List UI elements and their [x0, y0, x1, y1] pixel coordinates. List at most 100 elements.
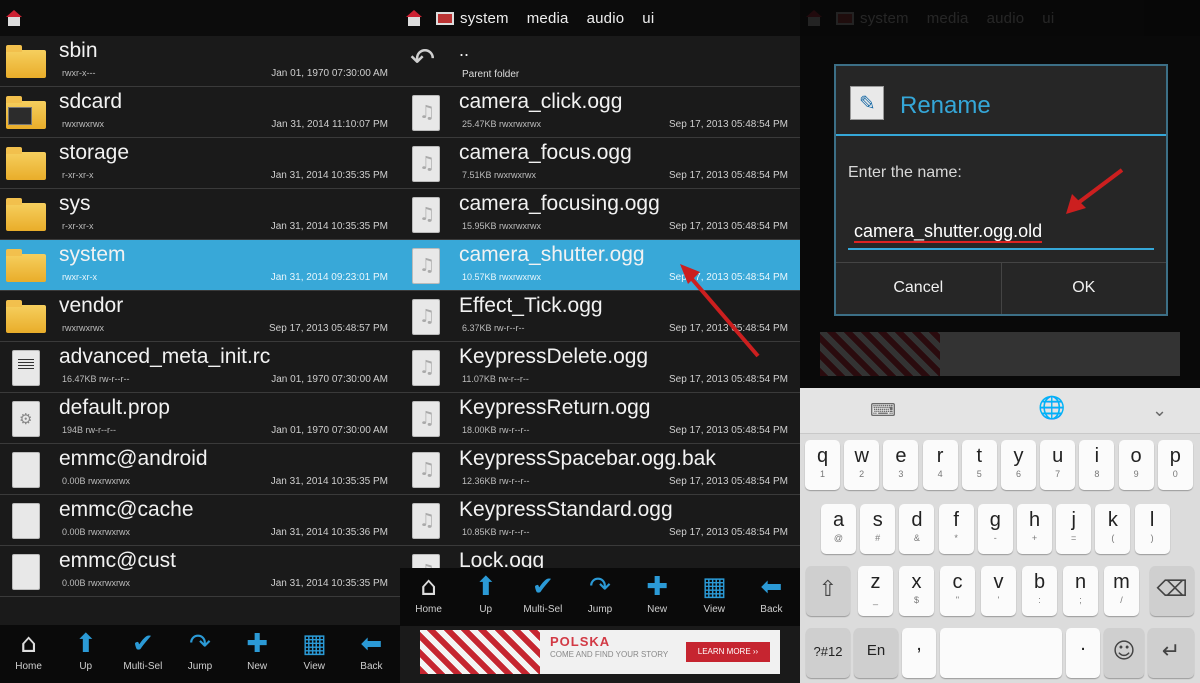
keyboard-icon[interactable]: ⌨ — [870, 400, 896, 421]
key-v[interactable]: v ' — [981, 566, 1016, 616]
up-arrow-icon: ⬆ — [474, 572, 497, 602]
key-j[interactable]: j = — [1056, 504, 1092, 554]
key-t[interactable]: t5 — [961, 440, 997, 490]
parent-folder-row[interactable]: ↶ .. Parent folder — [400, 36, 800, 87]
enter-key[interactable]: ↵ — [1148, 628, 1194, 678]
ad-banner[interactable]: POLSKA COME AND FIND YOUR STORY LEARN MO… — [420, 630, 780, 674]
toolbar-home-button[interactable]: ⌂ Home — [400, 568, 457, 626]
key-f[interactable]: f * — [938, 504, 974, 554]
list-item[interactable]: camera_focus.ogg 7.51KB rwxrwxrwx Sep 17, … — [400, 138, 800, 189]
key-r[interactable]: r4 — [922, 440, 958, 490]
list-item[interactable]: advanced_meta_init.rc 16.47KB rw-r--r-- Ja… — [0, 342, 400, 393]
file-date: Sep 17, 2013 05:48:54 PM — [669, 476, 788, 487]
list-item[interactable]: vendor rwxrwxrwx Sep 17, 2013 05:48:57 PM — [0, 291, 400, 342]
list-item[interactable]: sys r-xr-xr-x Jan 31, 2014 10:35:35 PM — [0, 189, 400, 240]
list-item[interactable]: emmc@cust 0.00B rwxrwxrwx Jan 31, 2014 10:… — [0, 546, 400, 597]
key-w[interactable]: w2 — [844, 440, 880, 490]
key-q[interactable]: q1 — [805, 440, 840, 490]
list-item[interactable]: default.prop 194B rw-r--r-- Jan 01, 1970 0… — [0, 393, 400, 444]
list-item[interactable]: emmc@android 0.00B rwxrwxrwx Jan 31, 2014 … — [0, 444, 400, 495]
key-e[interactable]: e3 — [883, 440, 919, 490]
key-i[interactable]: i8 — [1079, 440, 1115, 490]
key-k[interactable]: k( — [1095, 504, 1131, 554]
file-size-permissions: 25.47KB rwxrwxrwx — [462, 119, 542, 129]
list-item[interactable]: camera_focusing.ogg 15.95KB rwxrwxrwx Sep … — [400, 189, 800, 240]
key-n[interactable]: n; — [1063, 566, 1098, 616]
toolbar-label: Back — [760, 604, 783, 615]
top-bar — [0, 0, 400, 36]
key-y[interactable]: y6 — [1001, 440, 1036, 490]
toolbar-up-button[interactable]: ⬆ Up — [57, 625, 114, 683]
toolbar-view-button[interactable]: ▦ View — [286, 625, 343, 683]
list-item[interactable]: KeypressDelete.ogg 11.07KB rw-r--r-- Sep 1… — [400, 342, 800, 393]
language-key-label: En — [866, 642, 886, 659]
list-item[interactable]: system rwxr-xr-x Jan 31, 2014 09:23:01 PM — [0, 240, 400, 291]
jump-arrow-icon: ↷ — [189, 629, 211, 659]
key-x[interactable]: x $ — [899, 566, 934, 616]
key-d[interactable]: d & — [899, 504, 935, 554]
key-s[interactable]: s # — [860, 504, 896, 554]
file-date: Jan 31, 2014 10:35:35 PM — [270, 578, 388, 589]
chevron-down-icon[interactable]: ⌄ — [1152, 400, 1167, 421]
toolbar-new-button[interactable]: ✚ New — [229, 625, 286, 683]
breadcrumb-media[interactable]: media — [527, 10, 569, 27]
toolbar-multisel-button[interactable]: ✔ Multi-Sel — [114, 625, 171, 683]
shift-key[interactable]: ⇧ — [806, 566, 850, 616]
toolbar-view-button[interactable]: ▦ View — [686, 568, 743, 626]
cancel-button[interactable]: Cancel — [836, 263, 1001, 314]
file-size-permissions: 16.47KB rw-r--r-- — [62, 374, 130, 384]
toolbar-multisel-button[interactable]: ✔ Multi-Sel — [514, 568, 571, 626]
file-name: vendor — [59, 294, 124, 317]
list-item[interactable]: camera_shutter.ogg 10.57KB rwxrwxrwx Sep 1… — [400, 240, 800, 291]
folder-icon — [6, 299, 46, 335]
file-list-panel-root: sbin rwxr-x--- Jan 01, 1970 07:30:00 AM sdc… — [0, 0, 400, 683]
symbols-key[interactable]: ?#12 — [806, 628, 850, 678]
list-item[interactable]: sdcard rwxrwxrwx Jan 31, 2014 11:10:07 PM — [0, 87, 400, 138]
file-name: emmc@cache — [59, 498, 194, 521]
list-item[interactable]: KeypressReturn.ogg 18.00KB rw-r--r-- Sep 1… — [400, 393, 800, 444]
list-item[interactable]: camera_click.ogg 25.47KB rwxrwxrwx Sep 17,… — [400, 87, 800, 138]
list-item[interactable]: sbin rwxr-x--- Jan 01, 1970 07:30:00 AM — [0, 36, 400, 87]
key-m[interactable]: m / — [1104, 566, 1139, 616]
dialog-prompt: Enter the name: — [848, 164, 962, 181]
key-l[interactable]: l) — [1134, 504, 1170, 554]
comma-key[interactable]: , — [902, 628, 936, 678]
toolbar-jump-button[interactable]: ↷ Jump — [571, 568, 628, 626]
list-item[interactable]: Effect_Tick.ogg 6.37KB rw-r--r-- Sep 17, 2… — [400, 291, 800, 342]
toolbar-new-button[interactable]: ✚ New — [629, 568, 686, 626]
toolbar-back-button[interactable]: ⬅ Back — [343, 625, 400, 683]
key-g[interactable]: g- — [977, 504, 1013, 554]
key-b[interactable]: b: — [1022, 566, 1057, 616]
breadcrumb-audio[interactable]: audio — [587, 10, 625, 27]
key-p[interactable]: p0 — [1157, 440, 1193, 490]
key-u[interactable]: u7 — [1040, 440, 1076, 490]
period-key[interactable]: . — [1066, 628, 1100, 678]
ad-cta-button[interactable]: LEARN MORE ›› — [686, 642, 770, 662]
emoji-key[interactable]: ☺ — [1104, 628, 1144, 678]
breadcrumb-system[interactable]: system — [460, 10, 509, 27]
key-o[interactable]: o9 — [1118, 440, 1154, 490]
home-icon[interactable] — [406, 10, 422, 26]
home-icon[interactable] — [6, 10, 22, 26]
globe-icon[interactable]: 🌐 — [1038, 396, 1065, 421]
list-item[interactable]: KeypressStandard.ogg 10.85KB rw-r--r-- Sep… — [400, 495, 800, 546]
language-key[interactable]: En — [854, 628, 898, 678]
backspace-key[interactable]: ⌫ — [1150, 566, 1194, 616]
toolbar-home-button[interactable]: ⌂ Home — [0, 625, 57, 683]
key-a[interactable]: a @ — [821, 504, 856, 554]
key-z[interactable]: z _ — [858, 566, 893, 616]
key-secondary: ' — [997, 595, 1000, 605]
list-item[interactable]: emmc@cache 0.00B rwxrwxrwx Jan 31, 2014 10… — [0, 495, 400, 546]
key-h[interactable]: h + — [1017, 504, 1052, 554]
key-c[interactable]: c " — [940, 566, 975, 616]
key-letter: y — [1013, 445, 1024, 467]
ok-button[interactable]: OK — [1000, 263, 1167, 314]
toolbar-back-button[interactable]: ⬅ Back — [743, 568, 800, 626]
rename-input[interactable]: camera_shutter.ogg.old — [848, 216, 1154, 250]
breadcrumb-ui[interactable]: ui — [642, 10, 654, 27]
list-item[interactable]: storage r-xr-xr-x Jan 31, 2014 10:35:35 PM — [0, 138, 400, 189]
toolbar-up-button[interactable]: ⬆ Up — [457, 568, 514, 626]
toolbar-jump-button[interactable]: ↷ Jump — [171, 625, 228, 683]
list-item[interactable]: KeypressSpacebar.ogg.bak 12.36KB rw-r--r-… — [400, 444, 800, 495]
space-key[interactable] — [940, 628, 1062, 678]
